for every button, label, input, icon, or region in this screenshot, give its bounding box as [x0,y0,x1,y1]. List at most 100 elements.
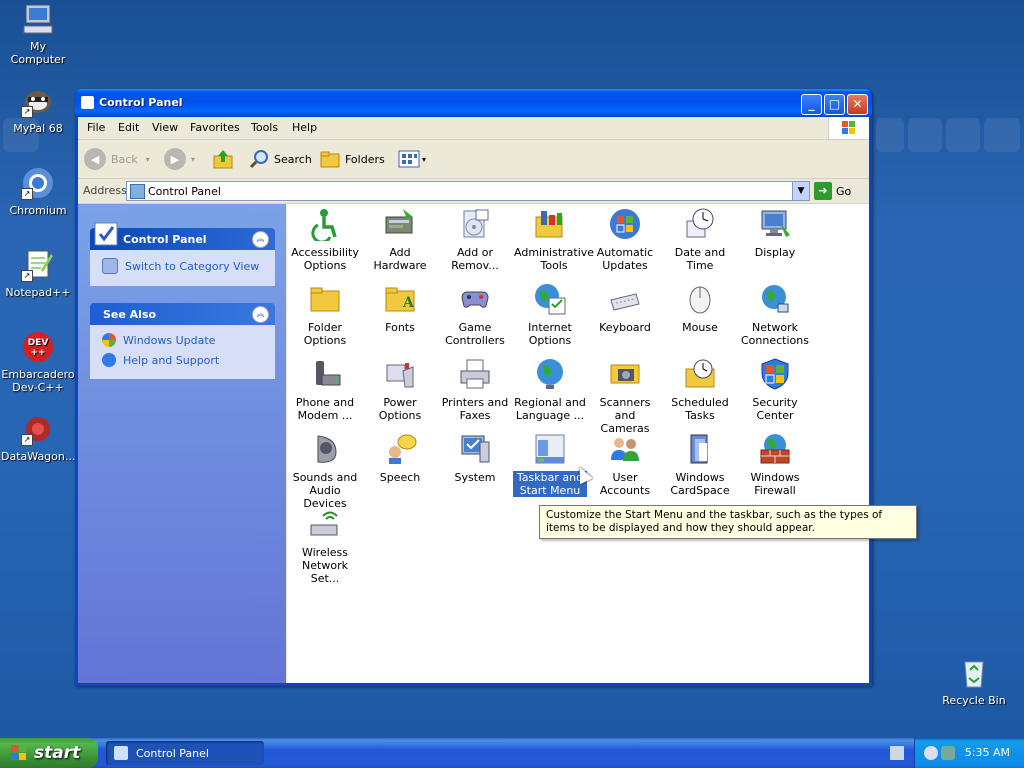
go-button[interactable]: ➜ Go [814,181,851,201]
start-button[interactable]: start [0,738,98,768]
network-icon [758,282,792,316]
up-folder-button[interactable] [211,146,235,172]
see-also-box-body: Windows Update Help and Support [90,325,275,379]
menu-edit[interactable]: Edit [118,121,139,134]
chromium-icon: ↗ [21,166,55,200]
cp-item-add-remove-programs[interactable]: Add or Remov... [438,207,512,272]
title-bar[interactable]: Control Panel _ □ ✕ [75,89,872,117]
desktop-icon-label: Recycle Bin [942,694,1006,707]
cp-item-accessibility-options[interactable]: Accessibility Options [288,207,362,272]
chevron-down-icon: ▾ [191,154,196,164]
cp-item-network-connections[interactable]: Network Connections [738,282,812,347]
cp-item-windows-cardspace[interactable]: Windows CardSpace [663,432,737,497]
cp-item-keyboard[interactable]: Keyboard [588,282,662,334]
views-icon [398,150,420,168]
forward-button[interactable]: ▶ ▾ [164,146,195,172]
item-label: Scheduled Tasks [671,396,729,422]
folders-button[interactable]: Folders [319,146,385,172]
menu-view[interactable]: View [152,121,178,134]
address-value: Control Panel [148,185,221,198]
control-panel-box-header[interactable]: Control Panel ︽ [90,222,275,250]
cp-item-mouse[interactable]: Mouse [663,282,737,334]
item-label: System [454,471,496,484]
cp-item-add-hardware[interactable]: Add Hardware [363,207,437,272]
search-button[interactable]: Search [248,146,312,172]
close-button[interactable]: ✕ [847,94,868,115]
minimize-button[interactable]: _ [801,94,822,115]
item-label: Accessibility Options [291,246,359,272]
svg-text:A: A [402,295,415,311]
menu-tools[interactable]: Tools [251,121,278,134]
keyboard-tray-icon[interactable] [890,746,904,760]
menu-favorites[interactable]: Favorites [190,121,240,134]
collapse-chevron-icon[interactable]: ︽ [252,231,269,248]
cp-item-user-accounts[interactable]: User Accounts [588,432,662,497]
up-folder-icon [213,150,233,169]
maximize-button[interactable]: □ [824,94,845,115]
cp-item-taskbar-and-start-menu[interactable]: Taskbar and Start Menu [513,432,587,497]
cp-item-phone-and-modem[interactable]: Phone and Modem ... [288,357,362,422]
keyboard-icon [608,282,642,316]
views-button[interactable]: ▾ [398,146,426,172]
cp-item-security-center[interactable]: Security Center [738,357,812,422]
back-button[interactable]: ◀ Back ▾ [84,146,150,172]
admin-tools-icon [533,207,567,241]
collapse-chevron-icon[interactable]: ︽ [252,306,269,323]
menu-help[interactable]: Help [292,121,317,134]
desktop-icon-devcpp[interactable]: DEV ++ Embarcadero Dev-C++ [1,330,75,394]
desktop-icon-notepadpp[interactable]: ↗ Notepad++ [1,248,75,299]
desktop-icon-chromium[interactable]: ↗ Chromium [1,166,75,217]
desktop-icon-recycle-bin[interactable]: Recycle Bin [937,656,1011,707]
taskbar-item-label: Control Panel [136,747,209,760]
internet-icon [533,282,567,316]
go-label: Go [836,184,852,198]
cp-item-display[interactable]: Display [738,207,812,259]
tooltip: Customize the Start Menu and the taskbar… [539,505,917,539]
cp-item-date-and-time[interactable]: Date and Time [663,207,737,272]
cp-item-regional-and-language[interactable]: Regional and Language ... [513,357,587,422]
item-label: Scanners and Cameras [599,396,651,435]
item-label: Add Hardware [373,246,427,272]
cp-item-sounds-and-audio[interactable]: Sounds and Audio Devices [288,432,362,510]
gamepad-icon [458,282,492,316]
item-label: Windows CardSpace [670,471,730,497]
cp-item-system[interactable]: System [438,432,512,484]
desktop-icon-label: DataWagon... [1,450,76,463]
cp-item-scanners-and-cameras[interactable]: Scanners and Cameras [588,357,662,435]
cp-item-scheduled-tasks[interactable]: Scheduled Tasks [663,357,737,422]
recycle-bin-icon [957,656,991,690]
address-input[interactable]: Control Panel ▼ [126,181,810,201]
network-tray-icon[interactable] [924,746,938,760]
control-panel-large-icon [94,222,118,246]
help-and-support-link[interactable]: Help and Support [102,353,265,367]
add-remove-icon [458,207,492,241]
address-dropdown-button[interactable]: ▼ [792,182,809,200]
cp-item-wireless-network-setup[interactable]: Wireless Network Set... [288,507,362,585]
volume-tray-icon[interactable] [941,746,955,760]
desktop-icon-datawagon[interactable]: ↗ DataWagon... [1,412,75,463]
cp-item-administrative-tools[interactable]: Administrative Tools [513,207,594,272]
phone-icon [308,357,342,391]
cp-item-game-controllers[interactable]: Game Controllers [438,282,512,347]
item-label: Wireless Network Set... [301,546,349,585]
desktop-icon-mypal[interactable]: ↗ MyPal 68 [1,84,75,135]
cp-item-folder-options[interactable]: Folder Options [288,282,362,347]
windows-update-link[interactable]: Windows Update [102,333,265,347]
clock[interactable]: 5:35 AM [965,746,1010,759]
cp-item-printers-and-faxes[interactable]: Printers and Faxes [438,357,512,422]
switch-to-category-view-link[interactable]: Switch to Category View [102,258,265,274]
back-label: Back [111,152,138,166]
see-also-box-header[interactable]: See Also ︽ [90,303,275,325]
cp-item-power-options[interactable]: Power Options [363,357,437,422]
desktop-icon-my-computer[interactable]: My Computer [1,2,75,66]
help-icon [102,353,116,367]
cp-item-fonts[interactable]: A Fonts [363,282,437,334]
cp-item-automatic-updates[interactable]: Automatic Updates [588,207,662,272]
speaker-icon [308,432,342,466]
cp-item-windows-firewall[interactable]: Windows Firewall [738,432,812,497]
cp-item-internet-options[interactable]: Internet Options [513,282,587,347]
cp-item-speech[interactable]: Speech [363,432,437,484]
taskbar-item-control-panel[interactable]: Control Panel [106,741,264,765]
menu-file[interactable]: File [87,121,105,134]
link-label: Switch to Category View [125,259,260,273]
